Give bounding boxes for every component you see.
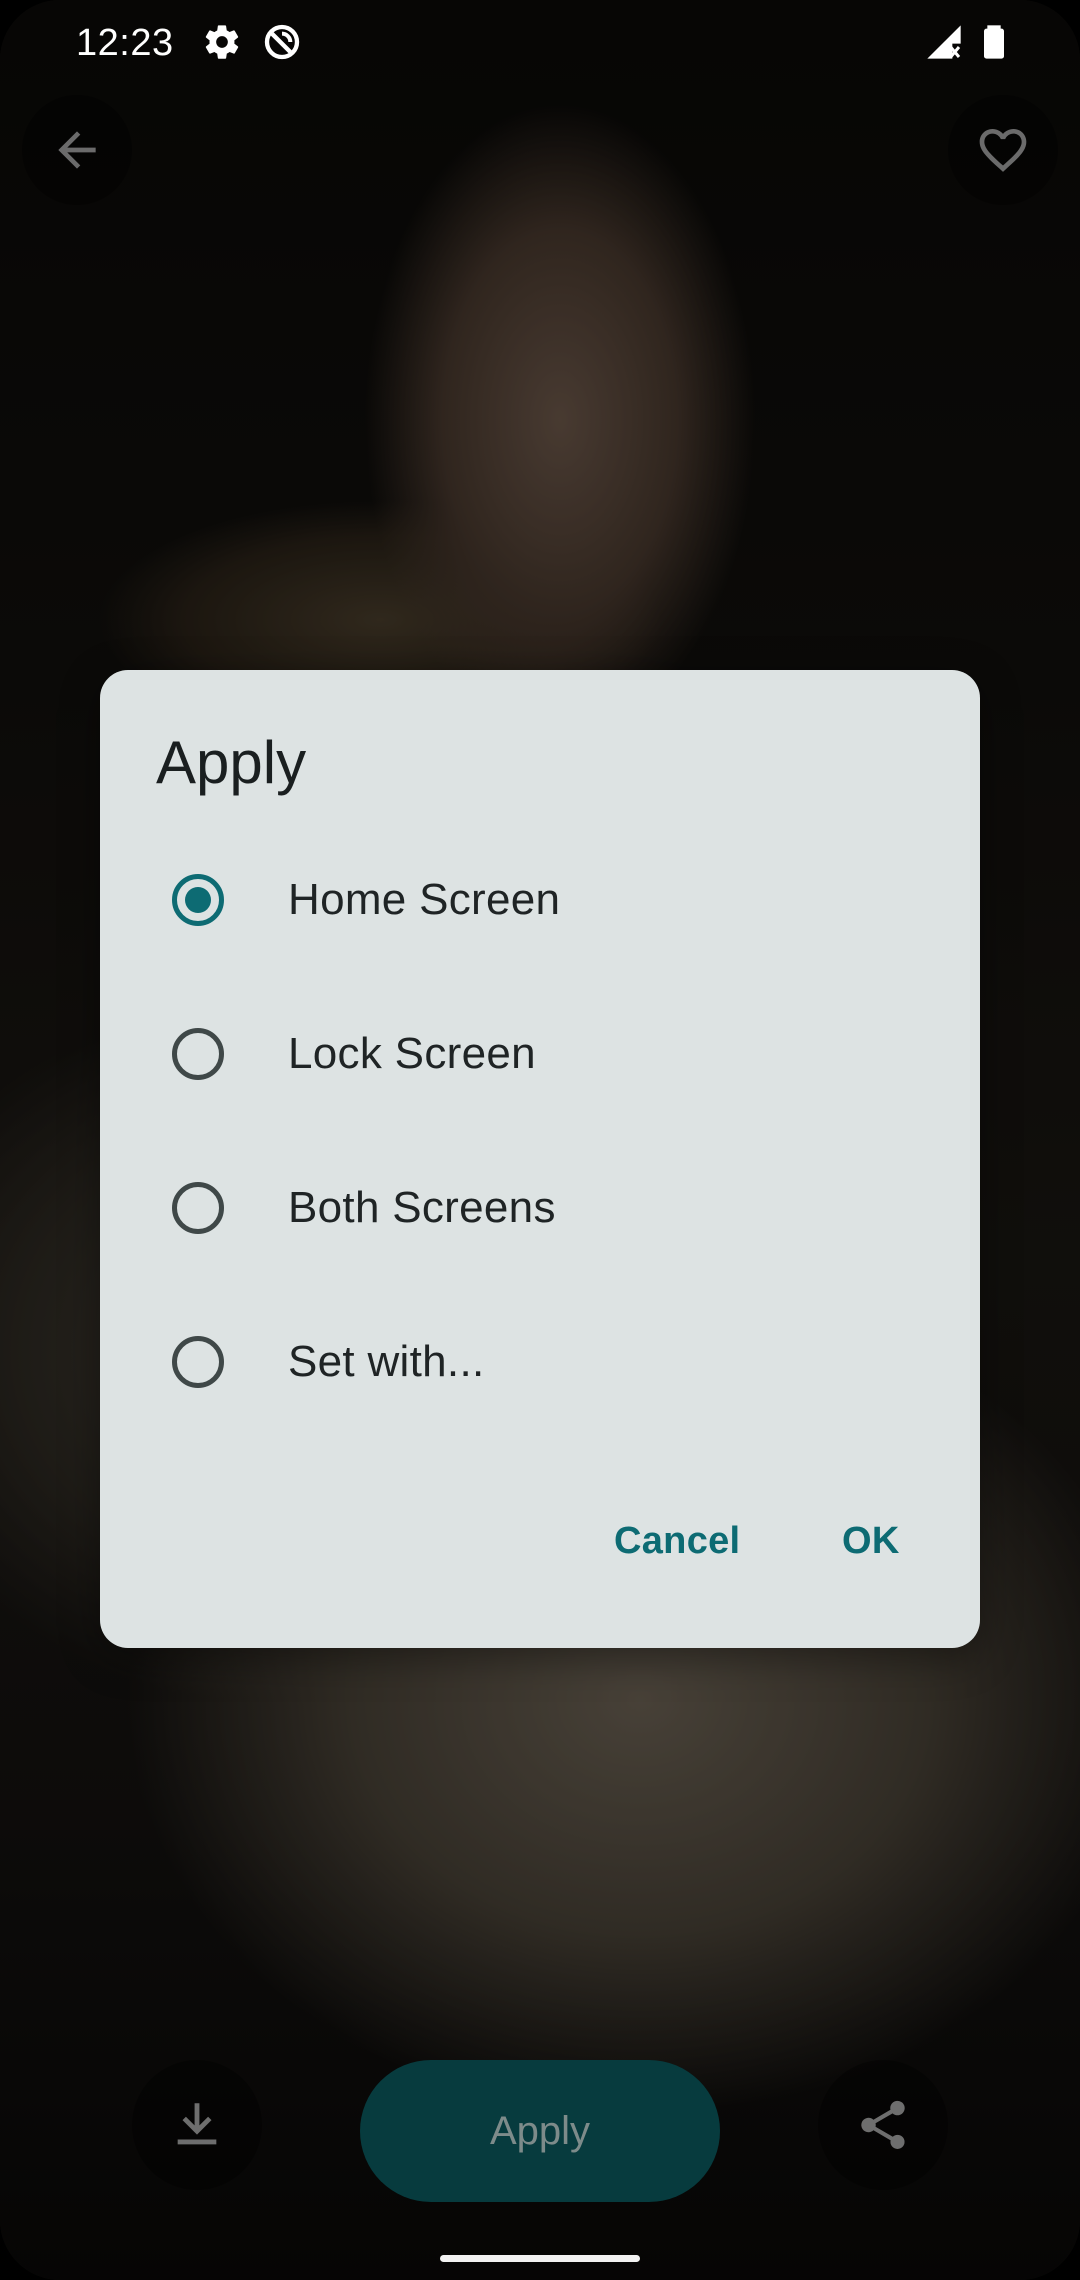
download-icon xyxy=(168,2096,226,2154)
apply-button-label: Apply xyxy=(489,2108,591,2153)
status-bar: 12:23 xyxy=(0,0,1080,90)
signal-icon xyxy=(924,22,964,62)
heart-outline-icon xyxy=(975,122,1031,178)
radio-unchecked-icon[interactable] xyxy=(172,1336,224,1388)
option-label: Set with... xyxy=(288,1337,485,1386)
data-saver-icon xyxy=(262,22,302,62)
radio-unchecked-icon[interactable] xyxy=(172,1182,224,1234)
favorite-button[interactable] xyxy=(948,95,1058,205)
apply-button[interactable]: Apply xyxy=(360,2060,720,2202)
radio-checked-icon[interactable] xyxy=(172,874,224,926)
back-button[interactable] xyxy=(22,95,132,205)
apply-dialog: Apply Home Screen Lock Screen Both Scree… xyxy=(100,670,980,1648)
option-set-with[interactable]: Set with... xyxy=(156,1292,926,1432)
option-label: Both Screens xyxy=(288,1183,556,1232)
wallpaper-preview-screen: 12:23 Apply Home Screen Lock Screen Both… xyxy=(0,0,1080,2280)
battery-icon xyxy=(974,22,1014,62)
share-icon xyxy=(854,2096,912,2154)
download-button[interactable] xyxy=(132,2060,262,2190)
status-time: 12:23 xyxy=(76,22,174,64)
cancel-button[interactable]: Cancel xyxy=(614,1520,740,1563)
option-label: Home Screen xyxy=(288,875,561,924)
dialog-title: Apply xyxy=(156,729,307,796)
option-lock-screen[interactable]: Lock Screen xyxy=(156,984,926,1124)
arrow-back-icon xyxy=(49,122,105,178)
option-both-screens[interactable]: Both Screens xyxy=(156,1138,926,1278)
option-home-screen[interactable]: Home Screen xyxy=(156,830,926,970)
ok-button[interactable]: OK xyxy=(842,1520,900,1563)
home-indicator[interactable] xyxy=(440,2255,640,2262)
gear-icon xyxy=(202,22,242,62)
option-label: Lock Screen xyxy=(288,1029,536,1078)
share-button[interactable] xyxy=(818,2060,948,2190)
radio-unchecked-icon[interactable] xyxy=(172,1028,224,1080)
